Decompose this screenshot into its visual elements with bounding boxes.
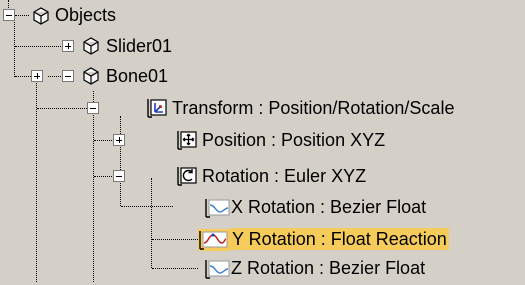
tree-item-y-rotation[interactable]: Y Rotation : Float Reaction — [230, 228, 449, 250]
tree-item-slider01[interactable]: Slider01 — [104, 35, 174, 57]
tree-line — [94, 176, 114, 177]
collapse-button[interactable] — [3, 9, 15, 21]
position-controller-icon — [176, 129, 197, 150]
expand-button[interactable] — [113, 134, 125, 146]
tree-item-position[interactable]: Position : Position XYZ — [200, 129, 387, 151]
tree-line — [15, 15, 29, 16]
tree-item-rotation[interactable]: Rotation : Euler XYZ — [200, 165, 368, 187]
object-cube-icon — [81, 36, 101, 56]
tree-line — [15, 46, 67, 47]
bezier-curve-icon — [204, 197, 230, 218]
tree-item-objects[interactable]: Objects — [53, 4, 118, 26]
tree-line — [151, 178, 152, 268]
tree-item-x-rotation[interactable]: X Rotation : Bezier Float — [229, 196, 428, 218]
tree-line — [152, 268, 198, 269]
collapse-button[interactable] — [62, 70, 74, 82]
track-view-tree: Objects Slider01 Bone01 Transform : Posi… — [0, 0, 525, 282]
tree-item-transform[interactable]: Transform : Position/Rotation/Scale — [170, 97, 456, 119]
expand-button[interactable] — [62, 40, 74, 52]
reaction-curve-icon — [198, 229, 230, 251]
tree-line — [120, 116, 121, 206]
rotation-controller-icon — [176, 165, 197, 186]
tree-item-bone01[interactable]: Bone01 — [104, 65, 170, 87]
collapse-button[interactable] — [113, 170, 125, 182]
tree-line — [37, 108, 89, 109]
object-cube-icon — [81, 66, 101, 86]
expand-button[interactable] — [31, 70, 43, 82]
transform-controller-icon — [146, 97, 167, 118]
tree-item-z-rotation[interactable]: Z Rotation : Bezier Float — [229, 257, 427, 279]
bezier-curve-icon — [204, 258, 230, 279]
collapse-button[interactable] — [87, 102, 99, 114]
object-cube-icon — [31, 6, 51, 26]
tree-line — [93, 91, 94, 282]
tree-line — [152, 239, 198, 240]
tree-line — [121, 206, 173, 207]
tree-line — [94, 140, 114, 141]
